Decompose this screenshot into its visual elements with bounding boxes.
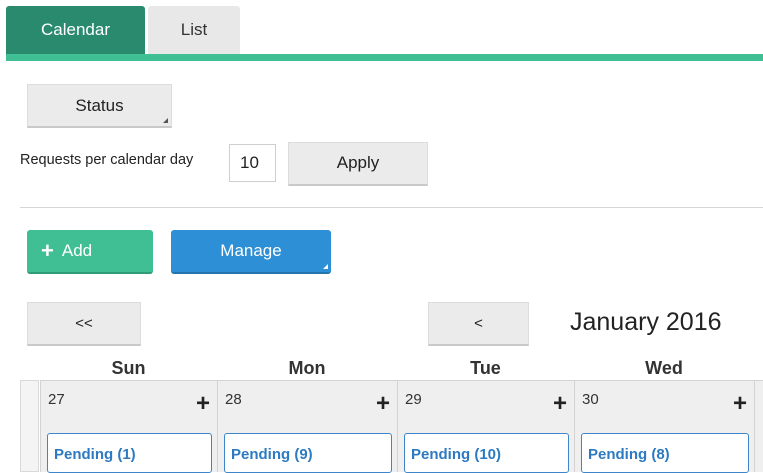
day-cell[interactable]: 28 + Pending (9) (217, 380, 397, 473)
month-title: January 2016 (570, 308, 722, 336)
pending-badge[interactable]: Pending (1) (47, 433, 212, 473)
requests-per-day-input[interactable] (229, 144, 276, 182)
section-divider (20, 207, 763, 208)
add-button[interactable]: + Add (27, 230, 153, 274)
manage-button-label: Manage (220, 241, 282, 260)
add-day-icon[interactable]: + (553, 392, 567, 416)
day-cell[interactable]: 29 + Pending (10) (397, 380, 574, 473)
plus-icon: + (41, 238, 54, 263)
dow-sun: Sun (111, 358, 146, 378)
dow-wed: Wed (645, 358, 683, 378)
dow-mon: Mon (288, 358, 326, 378)
week-gutter (20, 380, 39, 472)
tab-list[interactable]: List (148, 6, 240, 54)
manage-dropdown-button[interactable]: Manage (171, 230, 331, 274)
apply-button-label: Apply (336, 153, 380, 172)
dropdown-corner-icon (323, 264, 328, 269)
apply-button[interactable]: Apply (288, 142, 428, 186)
day-number: 29 (405, 391, 422, 408)
requests-per-day-label: Requests per calendar day (20, 152, 194, 168)
add-day-icon[interactable]: + (733, 392, 747, 416)
add-day-icon[interactable]: + (376, 392, 390, 416)
dropdown-corner-icon (163, 118, 168, 123)
status-dropdown-label: Status (75, 96, 124, 115)
status-dropdown[interactable]: Status (27, 84, 172, 128)
pending-badge[interactable]: Pending (9) (224, 433, 392, 473)
day-cell[interactable]: 27 + Pending (1) (40, 380, 217, 473)
pending-badge[interactable]: Pending (10) (404, 433, 569, 473)
tab-calendar[interactable]: Calendar (6, 6, 145, 54)
tab-underline (6, 54, 763, 61)
prev-label: < (474, 315, 483, 332)
day-number: 28 (225, 391, 242, 408)
day-number: 30 (582, 391, 599, 408)
add-day-icon[interactable]: + (196, 392, 210, 416)
prev-month-button[interactable]: < (428, 302, 529, 346)
day-number: 27 (48, 391, 65, 408)
day-cell[interactable]: 30 + Pending (8) (574, 380, 754, 473)
add-button-label: Add (61, 241, 93, 260)
view-tabs: Calendar List (0, 0, 763, 61)
dow-tue: Tue (470, 358, 501, 378)
day-cell-partial (754, 380, 763, 472)
pending-badge[interactable]: Pending (8) (581, 433, 749, 473)
prev-prev-label: << (75, 315, 93, 332)
prev-year-button[interactable]: << (27, 302, 141, 346)
